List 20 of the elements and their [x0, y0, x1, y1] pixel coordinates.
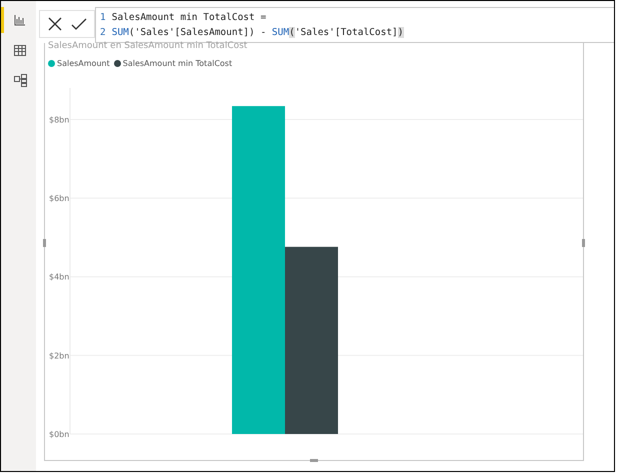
- bar-chart-icon: [14, 14, 26, 26]
- chart-title: SalesAmount en SalesAmount min TotalCost: [48, 41, 248, 51]
- code-line: SUM('Sales'[SalesAmount]) - SUM('Sales'[TotalCost]): [112, 26, 404, 40]
- model-icon: [14, 74, 26, 86]
- legend-label: SalesAmount: [57, 59, 110, 68]
- legend-label: SalesAmount min TotalCost: [122, 59, 232, 68]
- formula-editor[interactable]: 1 SalesAmount min TotalCost = 2 SUM('Sales'[SalesAmount]) - SUM('Sales'[TotalCost]): [95, 7, 614, 43]
- axis-label: $6bn: [49, 194, 70, 204]
- resize-handle[interactable]: [310, 459, 318, 462]
- resize-handle[interactable]: [43, 239, 46, 247]
- line-number: 1: [100, 11, 106, 25]
- table-icon: [14, 44, 26, 56]
- resize-handle[interactable]: [582, 239, 585, 247]
- line-number: 2: [100, 26, 106, 40]
- code-line: SalesAmount min TotalCost =: [112, 11, 266, 25]
- axis-label: $2bn: [49, 351, 70, 360]
- axis-label: $4bn: [49, 272, 70, 282]
- close-button[interactable]: [46, 15, 64, 33]
- axis-label: $8bn: [49, 115, 70, 124]
- axis-label: $0bn: [49, 430, 70, 439]
